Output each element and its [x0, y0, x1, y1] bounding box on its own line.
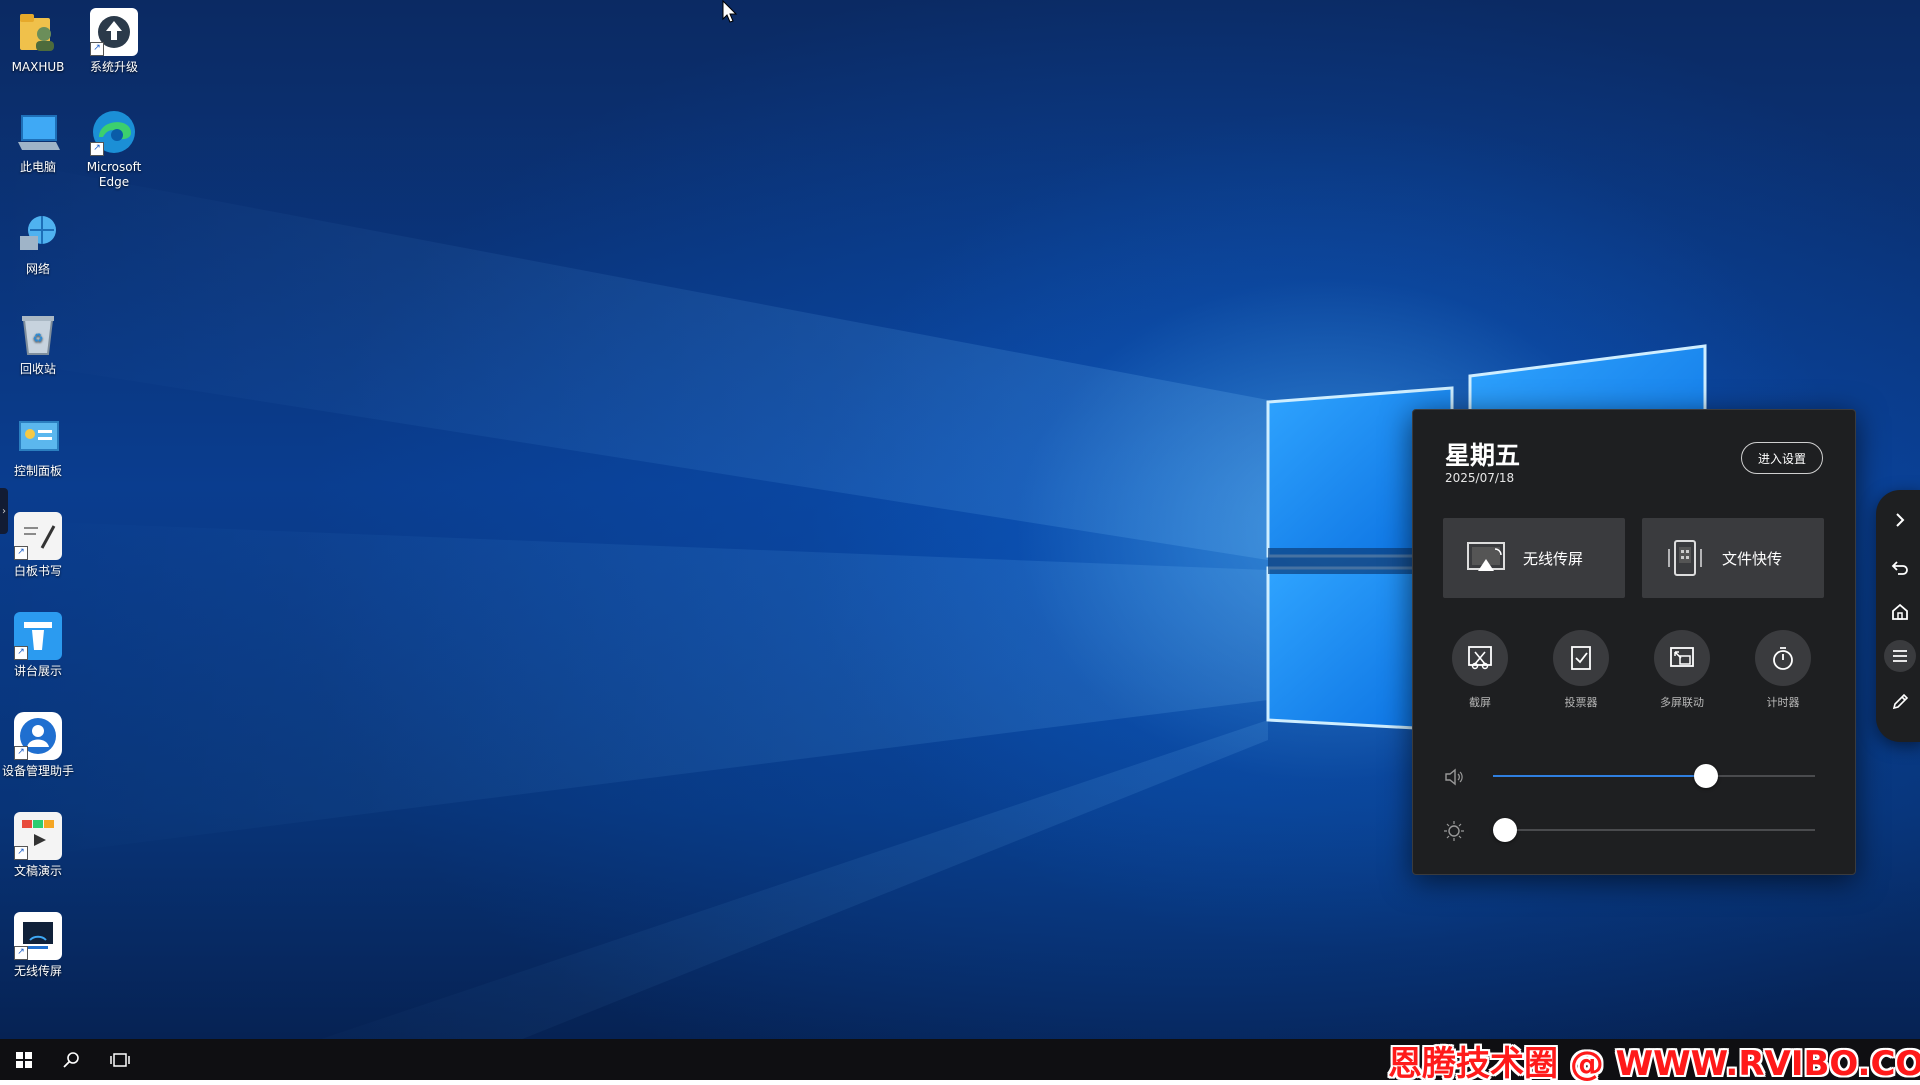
volume-slider-fill [1493, 775, 1706, 777]
screenshot-tool[interactable]: 截屏 [1440, 630, 1520, 710]
quick-control-panel: 星期五 2025/07/18 进入设置 无线传屏 文件快传 截屏 投票器 多屏联… [1412, 409, 1856, 875]
timer-label: 计时器 [1766, 696, 1800, 709]
screenshot-button[interactable] [1452, 630, 1508, 686]
collapse-toolbar-button[interactable] [1884, 504, 1916, 536]
menu-button[interactable] [1884, 640, 1916, 672]
task-view-icon [110, 1052, 130, 1067]
vote-icon [1571, 646, 1591, 670]
volume-slider-thumb[interactable] [1693, 764, 1718, 788]
enter-settings-button[interactable]: 进入设置 [1741, 442, 1823, 474]
desktop-icon-device-manager[interactable]: ↗ 设备管理助手 [0, 712, 82, 779]
desktop-icon-label: 回收站 [19, 362, 56, 376]
wireless-cast-icon: ↗ [14, 912, 62, 960]
desktop-icon-label: 白板书写 [13, 564, 62, 578]
volume-slider[interactable] [1493, 764, 1815, 788]
volume-slider-row [1443, 761, 1823, 791]
brightness-slider-row [1443, 815, 1823, 845]
multi-screen-tool[interactable]: 多屏联动 [1642, 630, 1722, 710]
search-icon [63, 1051, 79, 1068]
desktop-icon-network[interactable]: 网络 [0, 210, 82, 277]
back-icon [1891, 561, 1908, 575]
screen-cast-icon [1467, 542, 1505, 571]
vote-tool[interactable]: 投票器 [1541, 630, 1621, 710]
desktop-icon-label: 系统升级 [89, 60, 138, 74]
desktop-icon-label: 讲台展示 [13, 664, 62, 678]
wireless-cast-label: 无线传屏 [1523, 549, 1584, 568]
menu-icon [1893, 650, 1907, 662]
annotate-pen-button[interactable] [1884, 686, 1916, 718]
whiteboard-icon: ↗ [14, 512, 62, 560]
brightness-icon [1444, 821, 1464, 841]
computer-icon [14, 108, 62, 156]
mouse-cursor-icon [722, 0, 738, 23]
chevron-right-icon: › [2, 505, 6, 517]
timer-icon [1773, 647, 1793, 670]
desktop-icon-whiteboard[interactable]: ↗ 白板书写 [0, 512, 82, 579]
task-view-button[interactable] [96, 1039, 144, 1080]
shortcut-arrow-icon: ↗ [14, 846, 28, 860]
brightness-slider[interactable] [1493, 818, 1815, 842]
brightness-slider-thumb[interactable] [1493, 818, 1517, 842]
network-icon [14, 210, 62, 258]
recycle-bin-icon: ♻ [14, 310, 62, 358]
left-edge-expand-handle[interactable]: › [0, 488, 8, 534]
chevron-right-icon [1896, 513, 1905, 527]
file-transfer-label: 文件快传 [1722, 549, 1783, 568]
edge-icon: ↗ [90, 108, 138, 156]
timer-button[interactable] [1755, 630, 1811, 686]
shortcut-arrow-icon: ↗ [14, 546, 28, 560]
side-floating-toolbar [1876, 490, 1920, 742]
search-button[interactable] [48, 1039, 96, 1080]
windows-start-icon [16, 1051, 32, 1068]
shortcut-arrow-icon: ↗ [90, 42, 104, 56]
podium-display-icon: ↗ [14, 612, 62, 660]
vote-button[interactable] [1553, 630, 1609, 686]
presentation-icon: ↗ [14, 812, 62, 860]
vote-label: 投票器 [1564, 696, 1598, 709]
shortcut-arrow-icon: ↗ [14, 946, 28, 960]
wireless-cast-button[interactable]: 无线传屏 [1443, 518, 1625, 598]
pen-icon [1892, 693, 1909, 710]
timer-tool[interactable]: 计时器 [1743, 630, 1823, 710]
desktop-icon-presentation[interactable]: ↗ 文稿演示 [0, 812, 82, 879]
user-folder-icon [14, 8, 62, 56]
multi-screen-button[interactable] [1654, 630, 1710, 686]
back-button[interactable] [1884, 552, 1916, 584]
device-manager-icon: ↗ [14, 712, 62, 760]
date-label: 2025/07/18 [1445, 471, 1515, 485]
file-transfer-icon [1668, 540, 1702, 576]
desktop-icon-podium-display[interactable]: ↗ 讲台展示 [0, 612, 82, 679]
desktop-icon-system-upgrade[interactable]: ↗ 系统升级 [70, 8, 158, 75]
file-transfer-button[interactable]: 文件快传 [1642, 518, 1824, 598]
home-icon [1892, 603, 1908, 620]
shortcut-arrow-icon: ↗ [90, 142, 104, 156]
shortcut-arrow-icon: ↗ [14, 746, 28, 760]
control-panel-icon [14, 412, 62, 460]
upgrade-icon: ↗ [90, 8, 138, 56]
desktop-icon-label: 网络 [25, 262, 50, 276]
desktop-icon-label: 文稿演示 [13, 864, 62, 878]
weekday-label: 星期五 [1445, 441, 1521, 470]
desktop-icon-control-panel[interactable]: 控制面板 [0, 412, 82, 479]
desktop-icon-edge[interactable]: ↗ Microsoft Edge [70, 108, 158, 190]
screenshot-label: 截屏 [1469, 696, 1491, 709]
desktop-icon-label: 无线传屏 [13, 964, 62, 978]
watermark-text: 恩腾技术圈 @ WWW.RVIBO.COM [1388, 1044, 1920, 1084]
speaker-icon [1445, 768, 1463, 786]
multi-screen-label: 多屏联动 [1660, 696, 1704, 709]
start-button[interactable] [0, 1039, 48, 1080]
desktop-icon-label: 设备管理助手 [1, 764, 74, 778]
screenshot-icon [1468, 646, 1492, 670]
svg-text:♻: ♻ [33, 331, 44, 345]
multi-screen-icon [1670, 647, 1694, 667]
desktop-icon-label: Microsoft Edge [86, 160, 142, 189]
desktop-icon-wireless-cast[interactable]: ↗ 无线传屏 [0, 912, 82, 979]
home-button[interactable] [1884, 596, 1916, 628]
desktop-icon-recycle-bin[interactable]: ♻ 回收站 [0, 310, 82, 377]
desktop-icon-label: 控制面板 [13, 464, 62, 478]
shortcut-arrow-icon: ↗ [14, 646, 28, 660]
